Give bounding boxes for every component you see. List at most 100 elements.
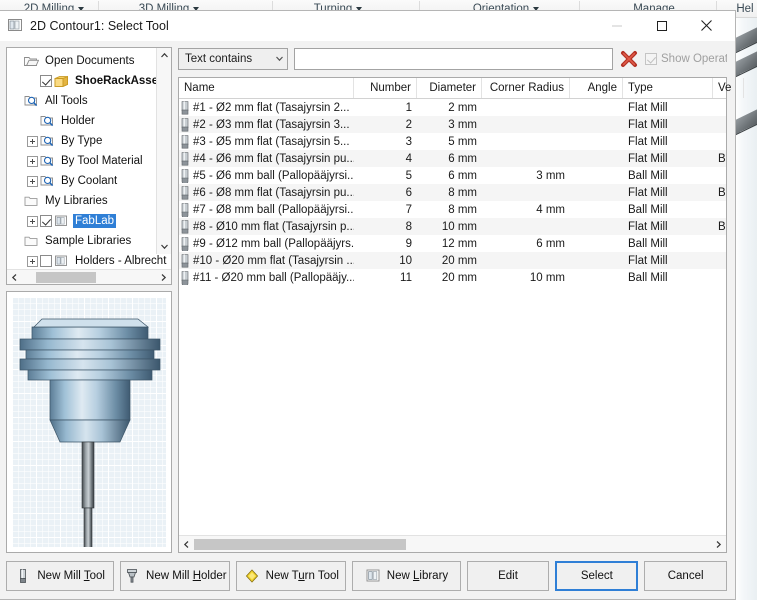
chevron-right-icon[interactable] bbox=[156, 270, 171, 285]
cell-diameter: 2 mm bbox=[448, 101, 477, 114]
chevron-left-icon[interactable] bbox=[7, 270, 22, 285]
column-header-name[interactable]: Name bbox=[179, 78, 354, 98]
table-row[interactable]: #10 - Ø20 mm flat (Tasajyrsin ... 10 20 mm… bbox=[179, 252, 726, 269]
cell-number: 6 bbox=[405, 186, 412, 199]
table-row[interactable]: #6 - Ø8 mm flat (Tasajyrsin pu... 6 8 mm Fl… bbox=[179, 184, 726, 201]
edit-button[interactable]: Edit bbox=[466, 561, 550, 591]
column-header-type[interactable]: Type bbox=[623, 78, 713, 98]
dialog-title: 2D Contour1: Select Tool bbox=[30, 18, 169, 33]
cell-diameter: 8 mm bbox=[448, 203, 477, 216]
table-row[interactable]: #7 - Ø8 mm ball (Pallopääjyrsi... 7 8 mm 4 … bbox=[179, 201, 726, 218]
tool-table-header[interactable]: Name Number Diameter Corner Radius Angle Type… bbox=[179, 78, 744, 99]
chevron-down-icon[interactable] bbox=[157, 239, 171, 254]
tree-node-all-tools[interactable]: All Tools bbox=[7, 91, 171, 111]
tree-horizontal-scrollbar[interactable] bbox=[7, 269, 171, 284]
new-turn-tool-button[interactable]: New Turn Tool bbox=[236, 561, 347, 591]
tool-table-panel: Name Number Diameter Corner Radius Angle Type… bbox=[178, 77, 744, 553]
tree-node-holder[interactable]: Holder bbox=[7, 111, 171, 131]
tree-node-my-libraries[interactable]: My Libraries bbox=[7, 191, 171, 211]
tree-node-shoerackassembl[interactable]: ShoeRackAssembl bbox=[7, 71, 171, 91]
library-window-icon bbox=[8, 18, 23, 33]
table-row[interactable]: #3 - Ø5 mm flat (Tasajyrsin 5... 3 5 mm Fla… bbox=[179, 133, 726, 150]
table-row[interactable]: #8 - Ø10 mm flat (Tasajyrsin p... 8 10 mm F… bbox=[179, 218, 726, 235]
chevron-up-icon[interactable] bbox=[157, 48, 171, 63]
tree-node-fablab[interactable]: FabLab bbox=[7, 211, 171, 231]
cell-name: #4 - Ø6 mm flat (Tasajyrsin pu... bbox=[179, 150, 354, 167]
expand-plus-icon[interactable] bbox=[27, 255, 38, 267]
tree-node-by-tool-material[interactable]: By Tool Material bbox=[7, 151, 171, 171]
tree-node-by-type[interactable]: By Type bbox=[7, 131, 171, 151]
cell-type: Flat Mill bbox=[628, 118, 668, 131]
column-header-vendor[interactable]: Ve bbox=[713, 78, 744, 98]
tree-checkbox[interactable] bbox=[40, 215, 52, 227]
cell-name: #8 - Ø10 mm flat (Tasajyrsin p... bbox=[179, 218, 354, 235]
folder-open-icon bbox=[24, 54, 40, 68]
ball-endmill-icon bbox=[181, 236, 189, 252]
column-header-diameter[interactable]: Diameter bbox=[417, 78, 482, 98]
table-row[interactable]: #9 - Ø12 mm ball (Pallopääjyrs... 9 12 mm 6… bbox=[179, 235, 726, 252]
cell-vendor bbox=[713, 201, 726, 218]
cell-vendor bbox=[713, 269, 726, 286]
cell-angle bbox=[570, 184, 623, 201]
tree-node-sample-libraries[interactable]: Sample Libraries bbox=[7, 231, 171, 251]
tool-name-text: #1 - Ø2 mm flat (Tasajyrsin 2... bbox=[193, 101, 350, 114]
select-button[interactable]: Select bbox=[555, 561, 639, 591]
tree-node-label: All Tools bbox=[45, 95, 88, 107]
table-row[interactable]: #1 - Ø2 mm flat (Tasajyrsin 2... 1 2 mm Fla… bbox=[179, 99, 726, 116]
cancel-button[interactable]: Cancel bbox=[644, 561, 728, 591]
table-row[interactable]: #2 - Ø3 mm flat (Tasajyrsin 3... 2 3 mm Fla… bbox=[179, 116, 726, 133]
cad-model-part bbox=[735, 47, 757, 78]
red-x-clear-icon[interactable] bbox=[619, 49, 639, 69]
tree-node-label: Holder bbox=[61, 115, 95, 127]
table-row[interactable]: #5 - Ø6 mm ball (Pallopääjyrsi... 5 6 mm 3 … bbox=[179, 167, 726, 184]
new-mill-holder-button[interactable]: New Mill Holder bbox=[120, 561, 231, 591]
library-tree-scroll-area[interactable]: Open Documents ShoeRackAssembl All Tools Ho… bbox=[7, 48, 171, 269]
cell-corner_radius bbox=[482, 184, 570, 201]
expand-plus-icon[interactable] bbox=[27, 155, 38, 167]
table-hscroll-track[interactable] bbox=[194, 536, 711, 553]
filter-mode-dropdown[interactable]: Text contains bbox=[178, 48, 288, 70]
tree-hscroll-track[interactable] bbox=[22, 270, 156, 285]
cell-vendor bbox=[713, 116, 726, 133]
tree-node-by-coolant[interactable]: By Coolant bbox=[7, 171, 171, 191]
tool-preview-panel[interactable] bbox=[6, 291, 172, 553]
cell-corner_radius bbox=[482, 99, 570, 116]
filter-search-input[interactable] bbox=[294, 48, 613, 70]
chevron-left-icon[interactable] bbox=[179, 536, 194, 553]
tree-checkbox[interactable] bbox=[40, 255, 52, 267]
expand-plus-icon[interactable] bbox=[27, 215, 38, 227]
cell-type: Flat Mill bbox=[628, 135, 668, 148]
column-header-corner_radius[interactable]: Corner Radius bbox=[482, 78, 570, 98]
cancel-label: Cancel bbox=[667, 570, 704, 582]
table-horizontal-scrollbar[interactable] bbox=[179, 535, 726, 552]
tree-vertical-scrollbar[interactable] bbox=[156, 48, 171, 254]
cell-corner_radius: 6 mm bbox=[536, 237, 565, 250]
tree-node-open-documents[interactable]: Open Documents bbox=[7, 51, 171, 71]
close-button[interactable] bbox=[684, 11, 729, 41]
new-library-button[interactable]: New Library bbox=[352, 561, 461, 591]
chevron-right-icon[interactable] bbox=[711, 536, 726, 553]
tool-table-body[interactable]: #1 - Ø2 mm flat (Tasajyrsin 2... 1 2 mm Fla… bbox=[179, 99, 726, 535]
table-row[interactable]: #4 - Ø6 mm flat (Tasajyrsin pu... 4 6 mm Fl… bbox=[179, 150, 726, 167]
column-header-number[interactable]: Number bbox=[354, 78, 417, 98]
table-hscroll-thumb[interactable] bbox=[194, 538, 406, 550]
maximize-button[interactable] bbox=[639, 11, 684, 41]
expand-plus-icon[interactable] bbox=[27, 175, 38, 187]
table-row[interactable]: #11 - Ø20 mm ball (Pallopääjy... 11 20 mm 1… bbox=[179, 269, 726, 286]
dialog-titlebar[interactable]: 2D Contour1: Select Tool bbox=[0, 11, 735, 41]
flat-endmill-icon bbox=[181, 100, 189, 115]
tree-node-holders-albrecht[interactable]: Holders - Albrecht bbox=[7, 251, 171, 269]
column-header-angle[interactable]: Angle bbox=[570, 78, 623, 98]
select-tool-dialog: 2D Contour1: Select Tool Open Documents S… bbox=[0, 10, 744, 600]
expand-plus-icon[interactable] bbox=[27, 135, 38, 147]
cell-vendor: Bo bbox=[718, 152, 726, 165]
tree-checkbox[interactable] bbox=[40, 75, 52, 87]
tool-preview-3d[interactable] bbox=[12, 297, 166, 547]
dialog-footer: New Mill Tool New Mill Holder New Turn Too… bbox=[0, 553, 735, 599]
new-mill-tool-button[interactable]: New Mill Tool bbox=[6, 561, 115, 591]
cell-vendor: Bo bbox=[718, 186, 726, 199]
tree-hscroll-thumb[interactable] bbox=[36, 271, 96, 283]
